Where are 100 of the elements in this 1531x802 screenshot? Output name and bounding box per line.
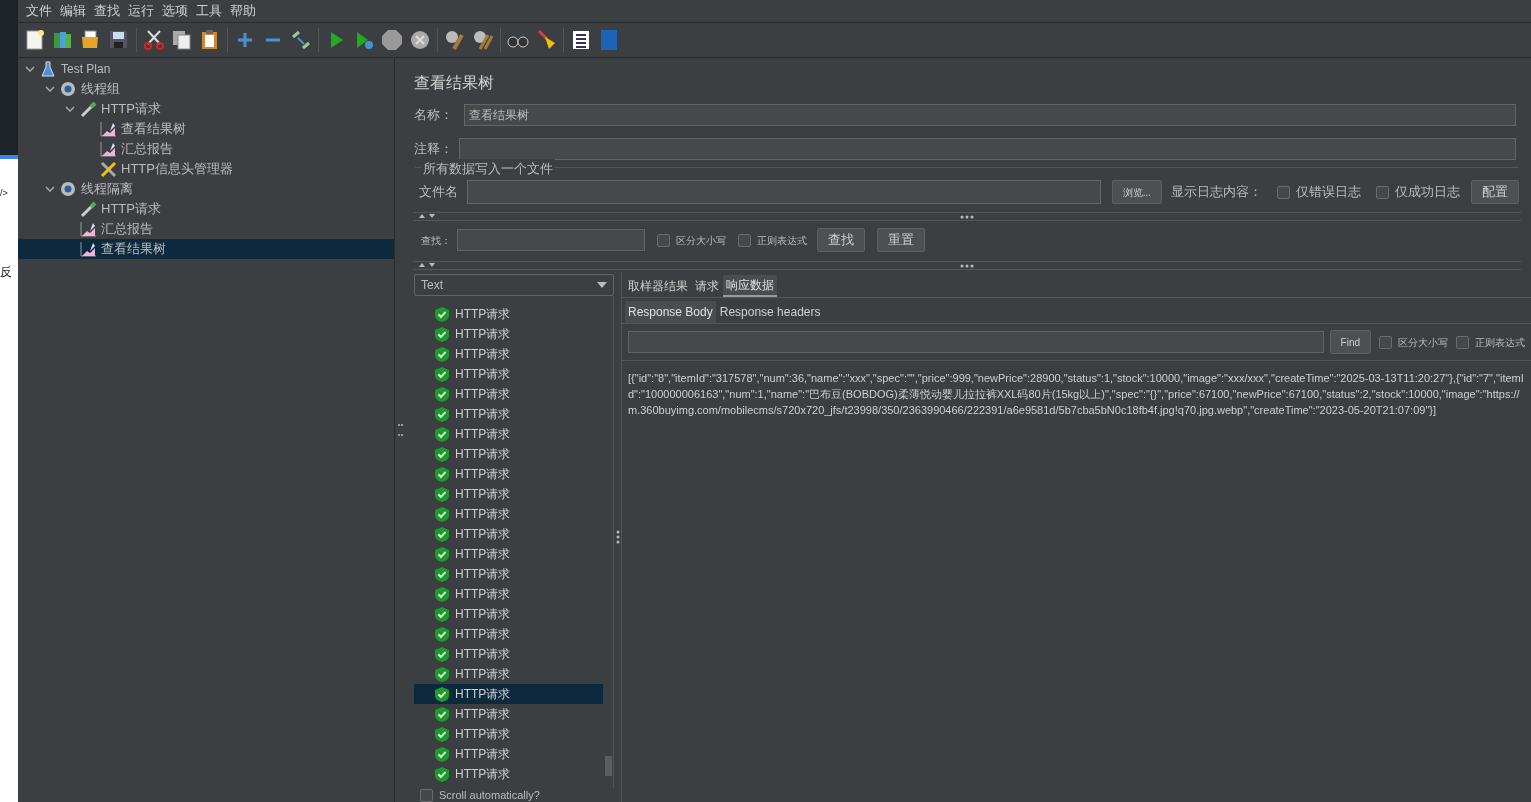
result-item[interactable]: HTTP请求 [414, 584, 603, 604]
dropdown[interactable]: Text [414, 274, 614, 296]
tab[interactable]: 请求 [692, 275, 722, 297]
menu-item[interactable]: 文件 [22, 1, 56, 21]
menu-item[interactable]: 帮助 [226, 1, 260, 21]
drag-handle-icon [960, 263, 974, 268]
checkbox[interactable] [1379, 335, 1392, 349]
input-field[interactable]: 查看结果树 [464, 104, 1516, 126]
button[interactable]: Find [1329, 330, 1371, 354]
result-item[interactable]: HTTP请求 [414, 464, 603, 484]
checkbox[interactable] [1456, 335, 1469, 349]
checkbox[interactable] [420, 788, 433, 802]
result-item[interactable]: HTTP请求 [414, 484, 603, 504]
dropper-icon [80, 200, 97, 218]
tree-item[interactable]: 线程组 [18, 79, 394, 99]
menu-item[interactable]: 编辑 [56, 1, 90, 21]
result-item[interactable]: HTTP请求 [414, 324, 603, 344]
result-item[interactable]: HTTP请求 [414, 404, 603, 424]
button[interactable]: 查找 [817, 228, 865, 252]
books-icon[interactable] [52, 29, 74, 51]
shield-check-icon [435, 606, 449, 622]
tree-item[interactable]: HTTP请求 [18, 99, 394, 119]
menu-item[interactable]: 工具 [192, 1, 226, 21]
result-item[interactable]: HTTP请求 [414, 624, 603, 644]
menu-item[interactable]: 运行 [124, 1, 158, 21]
result-item[interactable]: HTTP请求 [414, 664, 603, 684]
shield-check-icon [435, 386, 449, 402]
shield-check-icon [435, 666, 449, 682]
scrollbar-thumb[interactable] [605, 756, 612, 776]
gear-broom-icon[interactable] [444, 29, 466, 51]
shutdown-icon[interactable] [409, 29, 431, 51]
checkbox-label: Scroll automatically? [439, 788, 540, 802]
tab[interactable]: Response Body [625, 301, 716, 323]
checkbox-label: 区分大小写 [1398, 335, 1448, 350]
input-field[interactable] [467, 180, 1101, 204]
result-item[interactable]: HTTP请求 [414, 604, 603, 624]
shield-check-icon [435, 546, 449, 562]
splitter-handle[interactable] [397, 424, 401, 436]
tree-item[interactable]: Test Plan [18, 59, 394, 79]
stop-icon[interactable] [381, 29, 403, 51]
tab[interactable]: Response headers [716, 301, 824, 323]
result-item[interactable]: HTTP请求 [414, 564, 603, 584]
tree-item[interactable]: 汇总报告 [18, 219, 394, 239]
input-field[interactable] [457, 229, 645, 251]
result-item[interactable]: HTTP请求 [414, 344, 603, 364]
menu-item[interactable]: 查找 [90, 1, 124, 21]
shield-check-icon [435, 646, 449, 662]
result-item[interactable]: HTTP请求 [414, 384, 603, 404]
tree-item[interactable]: HTTP信息头管理器 [18, 159, 394, 179]
result-item[interactable]: HTTP请求 [414, 424, 603, 444]
checkbox[interactable] [738, 233, 751, 247]
tree-item[interactable]: 查看结果树 [18, 239, 394, 259]
input-field[interactable] [628, 331, 1324, 353]
input-field[interactable] [459, 138, 1516, 160]
flask-icon [40, 60, 57, 78]
field-label: 文件名 [419, 183, 458, 202]
tab[interactable]: 取样器结果 [625, 275, 691, 297]
result-item[interactable]: HTTP请求 [414, 504, 603, 524]
result-item[interactable]: HTTP请求 [414, 444, 603, 464]
tab[interactable]: 响应数据 [723, 275, 777, 297]
shield-check-icon [435, 346, 449, 362]
tree-item[interactable]: 查看结果树 [18, 119, 394, 139]
shield-check-icon [435, 766, 449, 782]
result-item[interactable]: HTTP请求 [414, 764, 603, 784]
shield-check-icon [435, 566, 449, 582]
list-icon[interactable] [570, 29, 592, 51]
checkbox[interactable] [657, 233, 670, 247]
checkbox[interactable] [1376, 185, 1389, 199]
result-item[interactable]: HTTP请求 [414, 704, 603, 724]
result-item[interactable]: HTTP请求 [414, 724, 603, 744]
chart-icon [80, 240, 97, 258]
tree-item[interactable]: HTTP请求 [18, 199, 394, 219]
scissors-icon[interactable] [143, 29, 165, 51]
shield-check-icon [435, 366, 449, 382]
menu-item[interactable]: 选项 [158, 1, 192, 21]
result-item[interactable]: HTTP请求 [414, 364, 603, 384]
chart-icon [80, 220, 97, 238]
gear-brooms-icon[interactable] [472, 29, 494, 51]
result-item[interactable]: HTTP请求 [414, 524, 603, 544]
copy-icon[interactable] [171, 29, 193, 51]
button[interactable]: 重置 [877, 228, 925, 252]
shield-check-icon [435, 746, 449, 762]
result-item[interactable]: HTTP请求 [414, 544, 603, 564]
field-label: 名称： [414, 106, 454, 125]
tree-item[interactable]: 汇总报告 [18, 139, 394, 159]
wrench-screwdriver-icon [100, 160, 117, 178]
checkbox[interactable] [1277, 185, 1290, 199]
result-item[interactable]: HTTP请求 [414, 644, 603, 664]
tree-item[interactable]: 线程隔离 [18, 179, 394, 199]
new-file-icon[interactable] [24, 29, 46, 51]
result-item[interactable]: HTTP请求 [414, 684, 603, 704]
result-item[interactable]: HTTP请求 [414, 304, 603, 324]
button[interactable]: 配置 [1471, 180, 1519, 204]
save-icon[interactable] [108, 29, 130, 51]
collapse-arrows-icon[interactable] [417, 213, 437, 219]
collapse-arrows-icon[interactable] [417, 262, 437, 268]
result-item[interactable]: HTTP请求 [414, 744, 603, 764]
field-label: 显示日志内容： [1171, 183, 1262, 202]
broom-icon[interactable] [535, 29, 557, 51]
button[interactable]: 浏览... [1111, 180, 1162, 204]
